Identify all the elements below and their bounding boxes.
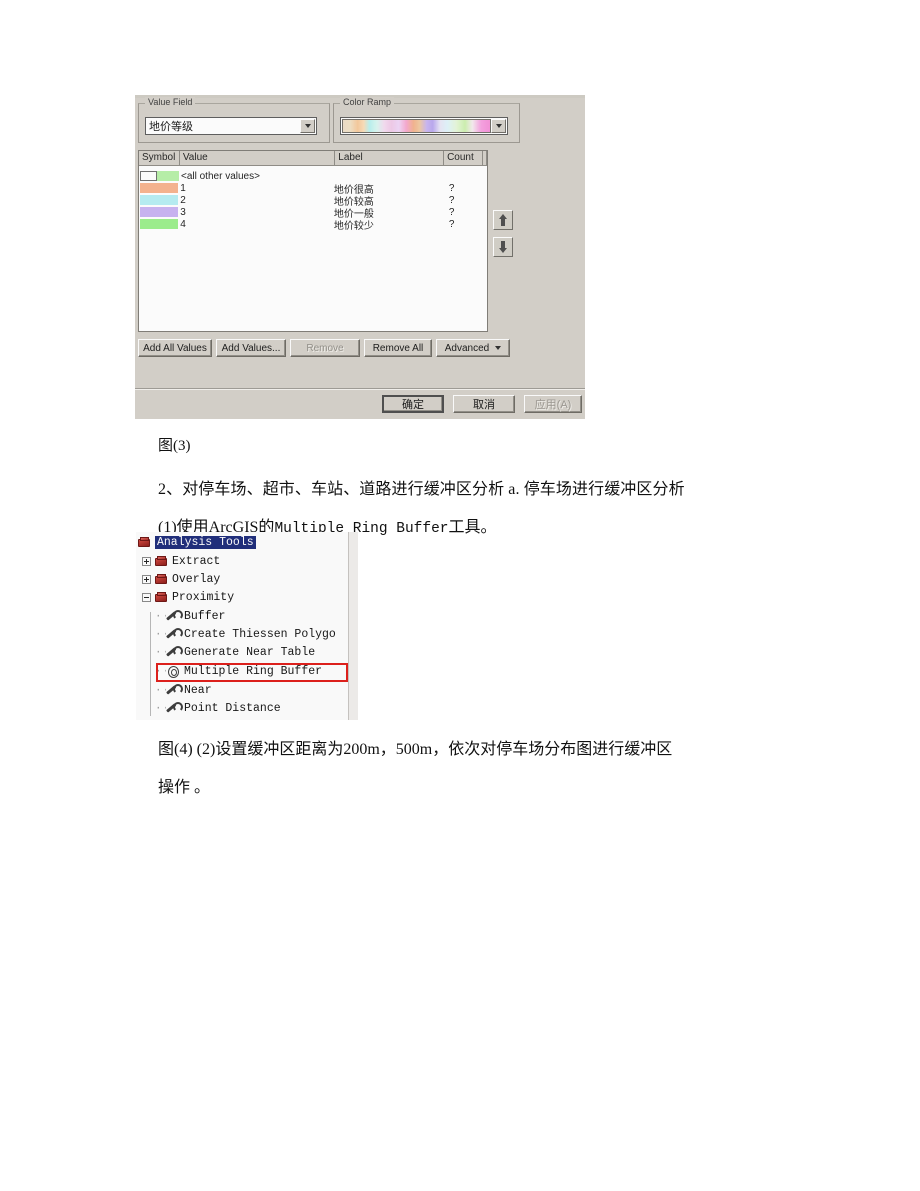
tree-node-proximity[interactable]: Proximity: [142, 589, 234, 606]
tree-line-dots: ···: [155, 646, 166, 659]
table-header: Symbol Value Label Count: [139, 151, 488, 166]
wrench-icon: [166, 684, 183, 697]
tree-node-analysis-tools[interactable]: Analysis Tools: [138, 534, 256, 551]
wrench-icon: [166, 628, 183, 641]
row-count: ?: [448, 194, 455, 206]
wrench-icon: [166, 610, 183, 623]
move-up-button[interactable]: [493, 210, 513, 230]
row-count: ?: [448, 218, 455, 230]
value-action-buttons: Add All Values Add Values... Remove Remo…: [138, 339, 518, 357]
column-header-symbol[interactable]: Symbol: [139, 151, 180, 165]
paragraph-step-2: 2、对停车场、超市、车站、道路进行缓冲区分析 a. 停车场进行缓冲区分析: [158, 481, 685, 498]
paragraph-suffix: 工具。: [448, 519, 497, 536]
remove-all-button[interactable]: Remove All: [364, 339, 432, 357]
tree-node-label: Create Thiessen Polygo: [184, 628, 336, 641]
toolbox-icon: [155, 556, 168, 567]
figure-4-caption-line-2: 操作 。: [158, 779, 211, 796]
apply-button: 应用(A): [524, 395, 582, 413]
advanced-button-label: Advanced: [444, 342, 490, 354]
add-all-values-button[interactable]: Add All Values: [138, 339, 212, 357]
dialog-footer: 确定 取消 应用(A): [135, 388, 585, 419]
color-ramp-label: Color Ramp: [340, 97, 395, 107]
value-field-group: Value Field 地价等级: [138, 97, 330, 143]
tree-node-label: Proximity: [172, 591, 235, 604]
figure-3-caption: 图(3): [158, 438, 191, 454]
tree-node-label: Generate Near Table: [184, 646, 316, 659]
tree-node-near[interactable]: ··· Near: [155, 682, 212, 699]
chevron-down-icon: [495, 346, 502, 350]
tree-line-dots: ···: [155, 702, 166, 715]
ok-button[interactable]: 确定: [382, 395, 444, 413]
move-down-button[interactable]: [493, 237, 513, 257]
remove-button: Remove: [290, 339, 360, 357]
row-value: 4: [180, 218, 186, 230]
tree-node-buffer[interactable]: ··· Buffer: [155, 608, 225, 625]
chevron-down-icon[interactable]: [300, 119, 315, 133]
advanced-button[interactable]: Advanced: [436, 339, 510, 357]
row-label: 地价较少: [333, 220, 374, 232]
tree-node-extract[interactable]: Extract: [142, 553, 220, 570]
column-header-value[interactable]: Value: [180, 151, 336, 165]
row-value: 3: [180, 206, 186, 218]
arctoolbox-tree-screenshot: Analysis Tools Extract Overlay Proximity…: [136, 532, 358, 720]
tree-node-point-distance[interactable]: ··· Point Distance: [155, 700, 281, 717]
column-header-spacer: [483, 151, 488, 165]
tree-node-label: Overlay: [172, 573, 221, 586]
row-value: 1: [180, 182, 186, 194]
tree-line-dots: ···: [155, 684, 166, 697]
row-count: ?: [448, 206, 455, 218]
symbology-dialog-screenshot: Value Field 地价等级 Color Ramp Symbol Value…: [135, 95, 585, 419]
tree-node-label: Near: [184, 684, 212, 697]
column-header-count[interactable]: Count: [444, 151, 484, 165]
tree-node-label: Point Distance: [184, 702, 281, 715]
tree-scrollbar[interactable]: [348, 532, 358, 720]
figure-4-caption-line-1: 图(4) (2)设置缓冲区距离为200m，500m，依次对停车场分布图进行缓冲区: [158, 741, 673, 758]
tree-line-dots: ···: [155, 628, 166, 641]
expand-plus-icon[interactable]: [142, 557, 151, 566]
table-row[interactable]: 4 地价较少 ?: [139, 218, 487, 232]
row-count: ?: [448, 182, 455, 194]
expand-plus-icon[interactable]: [142, 575, 151, 584]
tree-line-dots: ···: [155, 610, 166, 623]
tree-node-create-thiessen-polygons[interactable]: ··· Create Thiessen Polygo: [155, 626, 336, 643]
row-value: 2: [180, 194, 186, 206]
symbol-swatch[interactable]: [140, 207, 179, 217]
tree-node-generate-near-table[interactable]: ··· Generate Near Table: [155, 644, 315, 661]
wrench-icon: [166, 646, 183, 659]
arrow-up-icon: [498, 214, 508, 226]
collapse-minus-icon[interactable]: [142, 593, 151, 602]
color-ramp-group: Color Ramp: [333, 97, 520, 143]
symbol-value-table[interactable]: Symbol Value Label Count <all other valu…: [138, 150, 488, 332]
highlight-annotation-box: [156, 663, 348, 682]
symbol-swatch[interactable]: [140, 183, 179, 193]
document-page: Value Field 地价等级 Color Ramp Symbol Value…: [0, 0, 920, 1191]
column-header-label[interactable]: Label: [335, 151, 445, 165]
color-ramp-preview: [342, 119, 491, 133]
value-field-label: Value Field: [145, 97, 196, 107]
chevron-down-icon[interactable]: [491, 119, 506, 133]
tree-node-overlay[interactable]: Overlay: [142, 571, 220, 588]
symbol-swatch[interactable]: [140, 195, 179, 205]
wrench-icon: [166, 702, 183, 715]
row-value: <all other values>: [181, 170, 260, 182]
symbol-swatch[interactable]: [140, 171, 179, 181]
arrow-down-icon: [498, 241, 508, 253]
color-ramp-combo[interactable]: [340, 117, 508, 135]
add-values-button[interactable]: Add Values...: [216, 339, 286, 357]
toolbox-icon: [155, 574, 168, 585]
value-field-combo[interactable]: 地价等级: [145, 117, 317, 135]
tree-connector-line: [150, 612, 151, 716]
tree-node-label: Analysis Tools: [155, 536, 256, 549]
table-body: <all other values> 1 地价很高 ? 2 地价较高 ? 3 地…: [139, 170, 487, 232]
value-field-value: 地价等级: [149, 121, 193, 133]
cancel-button[interactable]: 取消: [453, 395, 515, 413]
toolbox-icon: [138, 537, 151, 548]
tree-node-label: Extract: [172, 555, 221, 568]
toolbox-icon: [155, 592, 168, 603]
tree-node-label: Buffer: [184, 610, 226, 623]
symbol-swatch[interactable]: [140, 219, 179, 229]
